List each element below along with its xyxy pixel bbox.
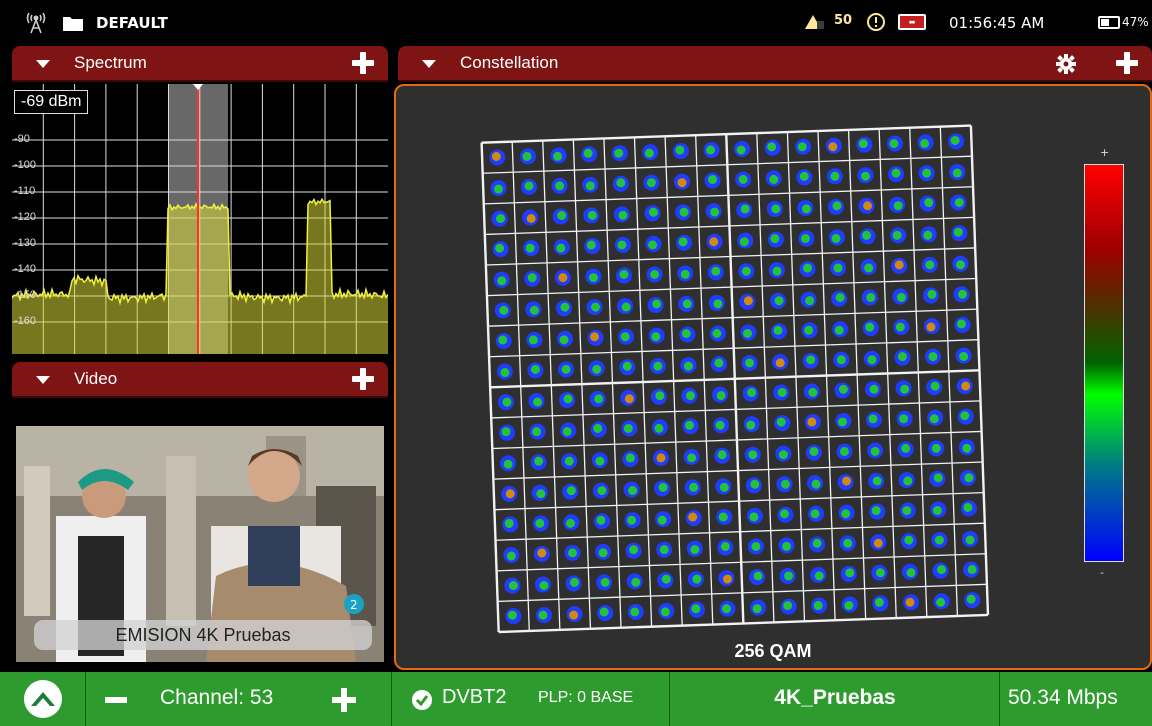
spectrum-display[interactable]: -69 dBm -90 -100 -110 -120 -130 -140 -150 -160	[12, 84, 388, 354]
status-bar: DEFAULT 50 ▬ 01:56:45 AM 47%	[0, 0, 1152, 44]
spectrum-y-tick: -110	[14, 185, 36, 197]
gear-icon[interactable]	[1056, 54, 1076, 74]
standard-label: DVBT2	[442, 686, 507, 708]
colorscale-bar	[1084, 164, 1124, 562]
constellation-panel-header[interactable]: Constellation	[398, 46, 1152, 82]
clock: 01:56:45 AM	[949, 14, 1045, 32]
profile-name[interactable]: DEFAULT	[96, 14, 168, 32]
video-add-button[interactable]	[352, 368, 374, 390]
battery-icon	[1098, 16, 1120, 29]
spectrum-y-tick: -150	[14, 289, 37, 301]
folder-icon[interactable]	[62, 15, 84, 32]
collapse-triangle-icon[interactable]	[36, 376, 50, 384]
antenna-icon[interactable]	[25, 10, 47, 34]
spectrum-level-readout: -69 dBm	[14, 90, 89, 114]
channel-increment-button[interactable]	[332, 688, 356, 712]
spectrum-y-tick: -160	[14, 315, 37, 327]
battery-percentage: 47%	[1122, 15, 1149, 29]
constellation-plot	[480, 124, 990, 634]
video-title: Video	[74, 369, 118, 388]
spectrum-y-tick: -130	[14, 237, 37, 249]
video-panel-header[interactable]: Video	[12, 362, 388, 398]
service-name[interactable]: 4K_Pruebas	[670, 686, 1000, 710]
modulation-label: 256 QAM	[734, 641, 812, 661]
warning-icon	[867, 13, 885, 31]
channel-decrement-button[interactable]	[105, 697, 127, 703]
constellation-display[interactable]: + - 256 QAM	[394, 84, 1152, 670]
colorscale-max-label: +	[1100, 146, 1110, 159]
spectrum-title: Spectrum	[74, 53, 147, 72]
constellation-grid	[480, 124, 990, 634]
bottom-bar: Channel: 53 DVBT2 PLP: 0 BASE 4K_Pruebas…	[0, 672, 1152, 726]
spectrum-plot	[12, 84, 388, 354]
video-preview[interactable]: 2 EMISION 4K Pruebas	[12, 398, 388, 664]
video-caption: EMISION 4K Pruebas	[34, 620, 372, 650]
collapse-triangle-icon[interactable]	[422, 60, 436, 68]
bitrate-label: 50.34 Mbps	[1008, 686, 1118, 709]
spectrum-y-tick: -140	[14, 263, 37, 275]
spectrum-y-tick: -90	[14, 133, 30, 145]
constellation-title: Constellation	[460, 53, 559, 72]
plp-label: PLP: 0 BASE	[538, 689, 634, 706]
collapse-triangle-icon[interactable]	[36, 60, 50, 68]
channel-label[interactable]: Channel: 53	[160, 686, 273, 710]
spectrum-add-button[interactable]	[352, 52, 374, 74]
constellation-add-button[interactable]	[1116, 52, 1138, 74]
video-overlay-badge: 2	[350, 598, 358, 612]
record-indicator: ▬	[898, 14, 926, 30]
check-icon	[412, 690, 432, 710]
colorscale-min-label: -	[1100, 566, 1104, 579]
spectrum-y-tick: -120	[14, 211, 37, 223]
spectrum-panel-header[interactable]: Spectrum	[12, 46, 388, 82]
logo-icon[interactable]	[24, 680, 62, 718]
satellite-icon	[805, 15, 824, 29]
status-indicator-50: 50	[834, 13, 853, 28]
spectrum-y-tick: -100	[14, 159, 37, 171]
